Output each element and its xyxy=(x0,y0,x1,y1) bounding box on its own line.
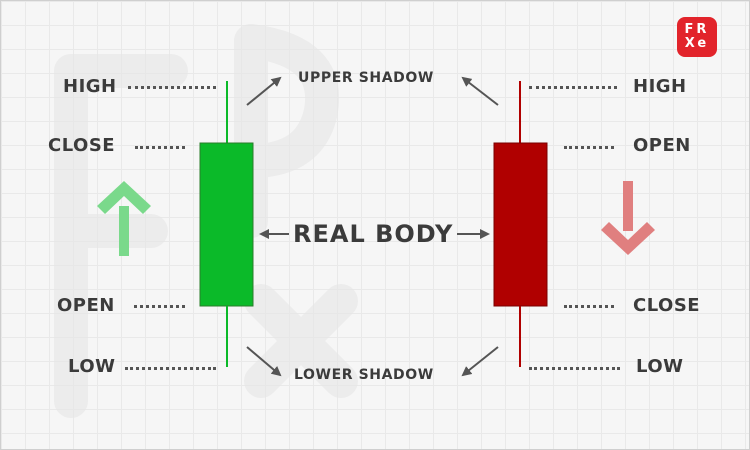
bearish-low-label: LOW xyxy=(636,356,684,377)
bearish-close-leader xyxy=(564,305,614,308)
bullish-close-leader xyxy=(135,146,185,149)
lower-shadow-label: LOWER SHADOW xyxy=(294,367,434,383)
bullish-high-label: HIGH xyxy=(63,76,117,97)
real-body-label: REAL BODY xyxy=(293,220,454,248)
upper-shadow-arrow-right xyxy=(461,76,499,106)
candlestick-diagram: FR Xe HIGH CLOSE OPEN LOW HIGH OPEN CLOS… xyxy=(0,0,750,450)
bullish-open-label: OPEN xyxy=(57,295,115,316)
bearish-close-label: CLOSE xyxy=(633,295,701,316)
bullish-high-leader xyxy=(128,86,216,89)
bullish-real-body xyxy=(199,142,254,307)
arrow-down-icon xyxy=(601,181,655,255)
bearish-high-leader xyxy=(529,86,617,89)
bearish-open-leader xyxy=(564,146,614,149)
brand-logo: FR Xe xyxy=(677,17,717,57)
bearish-real-body xyxy=(493,142,548,307)
bearish-low-leader xyxy=(529,367,620,370)
bearish-high-label: HIGH xyxy=(633,76,687,97)
lower-shadow-arrow-right xyxy=(461,346,499,377)
bullish-open-leader xyxy=(134,305,185,308)
bearish-open-label: OPEN xyxy=(633,135,691,156)
upper-shadow-label: UPPER SHADOW xyxy=(298,70,434,86)
bullish-low-label: LOW xyxy=(68,356,116,377)
bullish-close-label: CLOSE xyxy=(48,135,116,156)
bullish-low-leader xyxy=(125,367,216,370)
